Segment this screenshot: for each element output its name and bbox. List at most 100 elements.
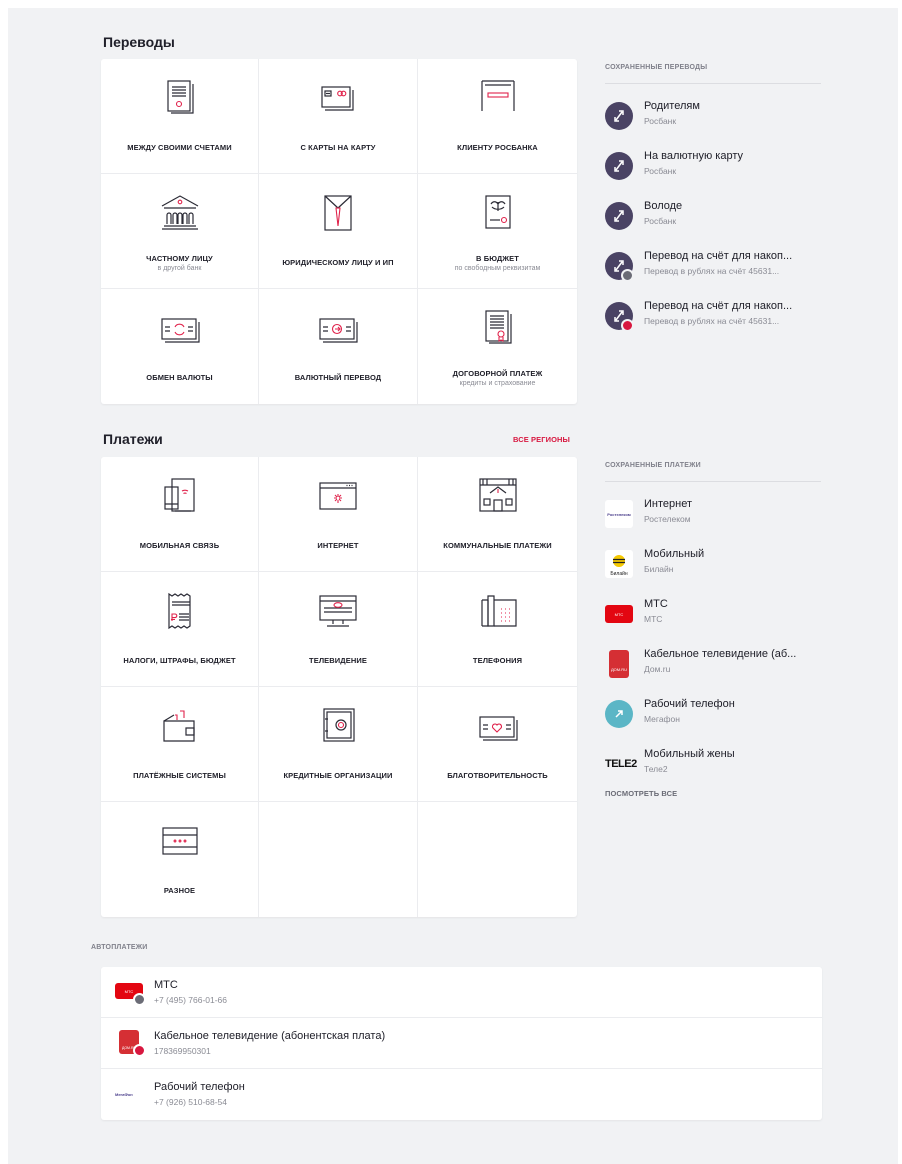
saved-payment-item[interactable]: Ростелеком Интернет Ростелеком [605, 498, 821, 532]
domru-logo-icon: ДОМ.RU [609, 650, 629, 678]
transfer-icon [605, 102, 633, 130]
currency-transfer-icon [319, 318, 358, 343]
tile-payment-systems[interactable]: Платёжные системы [101, 687, 259, 802]
tile-rosbank-client[interactable]: Клиенту Росбанка [418, 59, 577, 174]
tile-budget[interactable]: В бюджет по свободным реквизитам [418, 174, 577, 289]
autopayment-item[interactable]: МТС МТС +7 (495) 766-01-66 [101, 967, 822, 1018]
tile-internet[interactable]: Интернет [259, 457, 418, 572]
mobile-devices-icon [163, 478, 195, 512]
view-all-link[interactable]: ПОСМОТРЕТЬ ВСЕ [605, 789, 677, 798]
saved-payment-name: МТС [644, 598, 668, 610]
svg-text:Билайн: Билайн [610, 570, 628, 577]
bank-icon [480, 80, 515, 111]
saved-transfer-item[interactable]: На валютную карту Росбанк [605, 150, 821, 184]
mts-logo-icon: МТС [605, 605, 633, 623]
empty-tile [418, 802, 577, 917]
saved-payments-heading: СОХРАНЕННЫЕ ПЛАТЕЖИ [605, 462, 821, 482]
tile-label: Валютный перевод [294, 373, 382, 382]
currency-exchange-icon [160, 318, 200, 343]
saved-payment-provider: Ростелеком [644, 514, 691, 524]
tile-sublabel: кредиты и страхование [459, 380, 536, 387]
tele2-logo-icon: TELE2 [605, 758, 637, 770]
autopayment-item[interactable]: ДОМ.RU Кабельное телевидение (абонентска… [101, 1018, 822, 1069]
tile-card-to-card[interactable]: С карты на карту [259, 59, 418, 174]
saved-payment-provider: Теле2 [644, 764, 668, 774]
tile-label: Налоги, штрафы, бюджет [123, 656, 236, 665]
autopayment-item[interactable]: МегаФон Рабочий телефон +7 (926) 510-68-… [101, 1069, 822, 1120]
tile-legal-entity[interactable]: Юридическому лицу и ИП [259, 174, 418, 289]
payments-grid: Мобильная связь Интернет Коммунальные пл… [101, 457, 577, 917]
saved-payment-item[interactable]: МТС МТС МТС [605, 598, 821, 632]
beeline-logo-icon: Билайн [605, 550, 633, 578]
tile-label: Разное [163, 886, 196, 895]
tile-taxes[interactable]: Налоги, штрафы, бюджет [101, 572, 259, 687]
saved-payment-item[interactable]: ДОМ.RU Кабельное телевидение (аб... Дом.… [605, 648, 821, 682]
tile-label: С карты на карту [300, 143, 376, 152]
saved-payment-item[interactable]: TELE2 Мобильный жены Теле2 [605, 748, 821, 782]
saved-payment-name: Кабельное телевидение (аб... [644, 648, 797, 660]
saved-payment-item[interactable]: Билайн Мобильный Билайн [605, 548, 821, 582]
tile-label: Платёжные системы [133, 771, 226, 780]
saved-transfer-bank: Росбанк [644, 166, 677, 176]
saved-payment-provider: Мегафон [644, 714, 680, 724]
tile-label: Юридическому лицу и ИП [282, 258, 394, 267]
tile-currency-transfer[interactable]: Валютный перевод [259, 289, 418, 404]
saved-transfer-item[interactable]: Перевод на счёт для накоп... Перевод в р… [605, 250, 821, 284]
tile-credit-orgs[interactable]: Кредитные организации [259, 687, 418, 802]
wallet-icon [162, 710, 195, 742]
saved-transfer-item[interactable]: Перевод на счёт для накоп... Перевод в р… [605, 300, 821, 334]
tile-misc[interactable]: Разное [101, 802, 259, 917]
autopayment-name: Кабельное телевидение (абонентская плата… [154, 1030, 386, 1042]
payments-title: Платежи [103, 431, 163, 447]
emblem-document-icon [484, 195, 511, 229]
tile-label: Договорной платеж [452, 369, 543, 378]
tile-currency-exchange[interactable]: Обмен валюты [101, 289, 259, 404]
saved-payment-provider: Дом.ru [644, 664, 671, 674]
tile-mobile[interactable]: Мобильная связь [101, 457, 259, 572]
power-badge-icon [133, 993, 146, 1006]
saved-transfer-item[interactable]: Володе Росбанк [605, 200, 821, 234]
saved-payment-provider: МТС [644, 614, 663, 624]
tile-label: Частному лицу [146, 254, 213, 263]
calendar-alert-badge-icon [621, 319, 634, 332]
saved-payment-name: Мобильный [644, 548, 705, 560]
tile-utilities[interactable]: Коммунальные платежи [418, 457, 577, 572]
document-icon [166, 80, 194, 114]
tile-charity[interactable]: Благотворительность [418, 687, 577, 802]
saved-payment-item[interactable]: Рабочий телефон Мегафон [605, 698, 821, 732]
misc-icon [161, 827, 198, 855]
saved-transfers-heading: СОХРАНЕННЫЕ ПЕРЕВОДЫ [605, 64, 821, 84]
all-regions-link[interactable]: ВСЕ РЕГИОНЫ [513, 435, 570, 444]
saved-transfer-item[interactable]: Родителям Росбанк [605, 100, 821, 134]
saved-transfer-name: Володе [644, 200, 683, 212]
receipt-icon [167, 592, 191, 630]
tile-label: В бюджет [476, 254, 519, 263]
contract-icon [484, 310, 512, 344]
safe-icon [323, 708, 355, 742]
building-icon [478, 478, 517, 512]
tile-label: Клиенту Росбанка [457, 143, 538, 152]
transfer-icon [605, 202, 633, 230]
tile-label: Кредитные организации [283, 771, 393, 780]
tile-contract-payment[interactable]: Договорной платеж кредиты и страхование [418, 289, 577, 404]
saved-transfer-desc: Перевод в рублях на счёт 45631... [644, 266, 780, 276]
tile-label: Благотворительность [447, 771, 548, 780]
tile-sublabel: в другой банк [157, 265, 202, 272]
autopayment-number: +7 (495) 766-01-66 [154, 995, 228, 1005]
saved-payment-name: Интернет [644, 498, 692, 510]
tile-tv[interactable]: Телевидение [259, 572, 418, 687]
cards-icon [321, 86, 354, 111]
tile-own-accounts[interactable]: Между своими счетами [101, 59, 259, 174]
saved-payment-name: Рабочий телефон [644, 698, 735, 710]
autopayment-number: +7 (926) 510-68-54 [154, 1097, 228, 1107]
transfer-icon [605, 152, 633, 180]
tile-private-person[interactable]: Частному лицу в другой банк [101, 174, 259, 289]
autopayment-name: Рабочий телефон [154, 1081, 245, 1093]
suit-icon [324, 195, 352, 231]
bank-building-icon [161, 195, 198, 230]
saved-transfer-desc: Перевод в рублях на счёт 45631... [644, 316, 780, 326]
rostelecom-logo-icon: Ростелеком [605, 500, 633, 528]
tile-telephony[interactable]: Телефония [418, 572, 577, 687]
monitor-icon [319, 595, 357, 627]
megafon-logo-icon: МегаФон [115, 1091, 133, 1097]
